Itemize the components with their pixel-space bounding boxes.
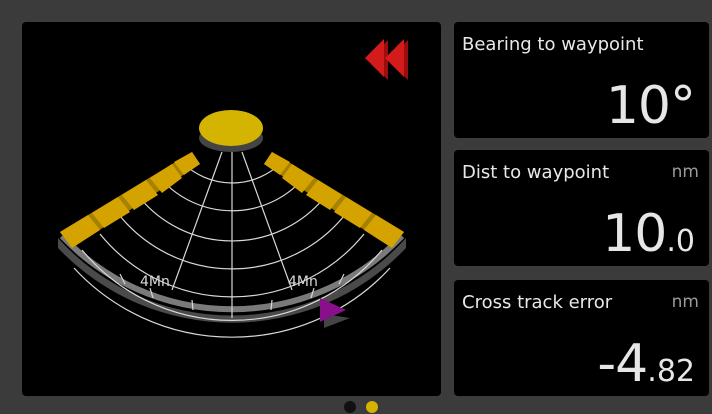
distance-value-dec: .0	[666, 224, 695, 259]
distance-value: 10.0	[602, 208, 695, 260]
page-dot-2[interactable]	[366, 401, 378, 413]
bearing-tile[interactable]: Bearing to waypoint 10°	[454, 22, 709, 138]
cross-track-value-dec: .82	[647, 354, 695, 389]
navigation-display: 4Mn 4Mn	[58, 39, 408, 338]
cross-track-value: -4.82	[597, 338, 695, 390]
distance-tile[interactable]: Dist to waypoint nm 10.0	[454, 150, 709, 266]
bearing-lines	[171, 151, 293, 318]
page-dot-1[interactable]	[344, 401, 356, 413]
navigation-panel[interactable]: 4Mn 4Mn	[22, 22, 441, 396]
range-label-left: 4Mn	[140, 274, 170, 290]
right-sector	[264, 152, 404, 248]
distance-label: Dist to waypoint	[462, 162, 610, 183]
distance-value-int: 10	[602, 204, 667, 264]
rewind-icon[interactable]	[365, 39, 408, 80]
cross-track-unit: nm	[671, 292, 699, 312]
distance-unit: nm	[671, 162, 699, 182]
cross-track-label: Cross track error	[462, 292, 613, 313]
bearing-value-int: 10°	[605, 76, 696, 136]
cross-track-tile[interactable]: Cross track error nm -4.82	[454, 280, 709, 396]
page-indicator	[342, 400, 382, 414]
vessel-icon	[199, 110, 263, 152]
cross-track-value-int: -4	[597, 334, 648, 394]
bearing-label: Bearing to waypoint	[462, 34, 644, 55]
waypoint-marker-icon	[320, 298, 350, 328]
range-label-right: 4Mn	[288, 274, 318, 290]
left-sector	[60, 152, 200, 248]
bearing-value: 10°	[606, 80, 696, 132]
